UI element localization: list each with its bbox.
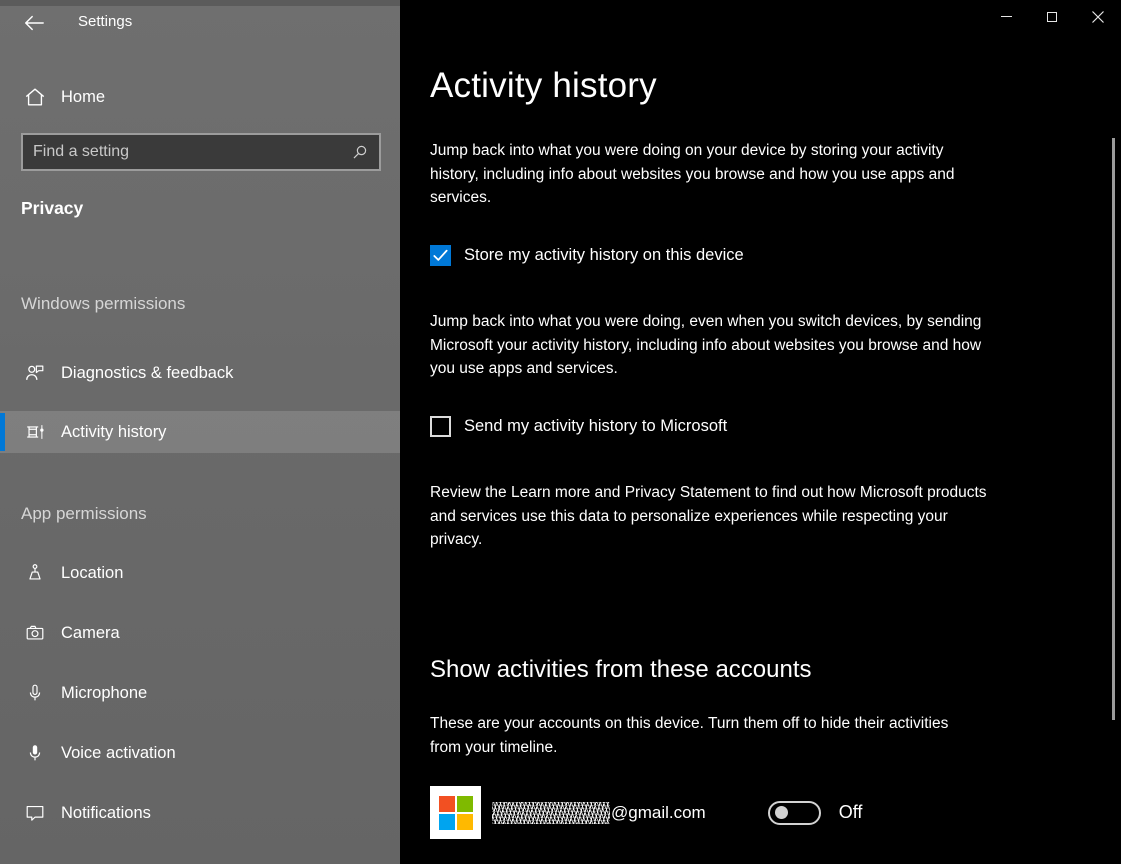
arrow-left-icon	[23, 14, 45, 32]
ms-logo-yellow-square	[457, 814, 473, 830]
review-paragraph: Review the Learn more and Privacy Statem…	[430, 481, 1002, 552]
accounts-description: These are your accounts on this device. …	[430, 712, 965, 759]
close-button[interactable]	[1075, 0, 1121, 33]
email-domain-text: @gmail.com	[611, 803, 706, 823]
window-controls	[983, 0, 1121, 33]
sidebar-item-home[interactable]: Home	[0, 76, 400, 118]
microsoft-logo	[430, 786, 481, 839]
voice-activation-icon	[24, 742, 46, 764]
sidebar-item-location[interactable]: Location	[0, 552, 400, 594]
sidebar-item-label: Activity history	[61, 423, 166, 442]
accounts-section-title: Show activities from these accounts	[430, 656, 812, 684]
privacy-group-title: Privacy	[21, 198, 83, 219]
home-icon	[24, 86, 46, 108]
close-icon	[1091, 10, 1105, 24]
diagnostics-feedback-icon	[24, 362, 46, 384]
vertical-scrollbar-thumb[interactable]	[1112, 138, 1115, 720]
minimize-icon	[1001, 16, 1012, 17]
checkbox-checked-icon[interactable]	[430, 245, 451, 266]
sidebar-item-label: Camera	[61, 624, 120, 643]
checkbox-unchecked-icon[interactable]	[430, 416, 451, 437]
account-row: @gmail.com Off	[430, 786, 862, 839]
back-button[interactable]	[12, 6, 56, 40]
account-activity-toggle[interactable]	[768, 801, 821, 825]
checkbox-label: Store my activity history on this device	[464, 246, 744, 265]
activity-history-icon	[24, 421, 46, 443]
settings-sidebar: Settings Home Privacy Windows permission…	[0, 0, 400, 864]
intro-paragraph: Jump back into what you were doing on yo…	[430, 139, 992, 210]
magnifier-icon	[350, 143, 369, 162]
sidebar-item-label: Diagnostics & feedback	[61, 364, 233, 383]
send-paragraph: Jump back into what you were doing, even…	[430, 310, 1002, 381]
sidebar-item-voice-activation[interactable]: Voice activation	[0, 732, 400, 774]
location-icon	[24, 562, 46, 584]
sidebar-item-microphone[interactable]: Microphone	[0, 672, 400, 714]
page-title: Activity history	[430, 66, 657, 106]
redacted-email-scribble	[492, 802, 610, 824]
sidebar-item-label: Notifications	[61, 804, 151, 823]
send-activity-checkbox-row[interactable]: Send my activity history to Microsoft	[430, 416, 727, 437]
maximize-button[interactable]	[1029, 0, 1075, 33]
toggle-knob	[775, 806, 788, 819]
camera-icon	[24, 622, 46, 644]
ms-logo-green-square	[457, 796, 473, 812]
sidebar-item-diagnostics-feedback[interactable]: Diagnostics & feedback	[0, 352, 400, 394]
sidebar-item-notifications[interactable]: Notifications	[0, 792, 400, 834]
activity-history-page: Activity history Jump back into what you…	[400, 0, 1121, 864]
account-email: @gmail.com	[492, 802, 706, 824]
microphone-icon	[24, 682, 46, 704]
section-header-windows-permissions: Windows permissions	[21, 294, 185, 314]
sidebar-item-activity-history[interactable]: Activity history	[0, 411, 400, 453]
minimize-button[interactable]	[983, 0, 1029, 33]
sidebar-item-label: Home	[61, 88, 105, 107]
sidebar-item-label: Microphone	[61, 684, 147, 703]
ms-logo-blue-square	[439, 814, 455, 830]
notifications-icon	[24, 802, 46, 824]
section-header-app-permissions: App permissions	[21, 504, 147, 524]
sidebar-item-label: Location	[61, 564, 123, 583]
toggle-state-label: Off	[839, 802, 863, 823]
maximize-icon	[1047, 12, 1057, 22]
search-box[interactable]	[21, 133, 381, 171]
checkbox-label: Send my activity history to Microsoft	[464, 417, 727, 436]
app-title: Settings	[78, 13, 132, 30]
sidebar-item-label: Voice activation	[61, 744, 176, 763]
store-activity-checkbox-row[interactable]: Store my activity history on this device	[430, 245, 744, 266]
ms-logo-red-square	[439, 796, 455, 812]
sidebar-item-camera[interactable]: Camera	[0, 612, 400, 654]
search-input[interactable]	[33, 143, 350, 161]
